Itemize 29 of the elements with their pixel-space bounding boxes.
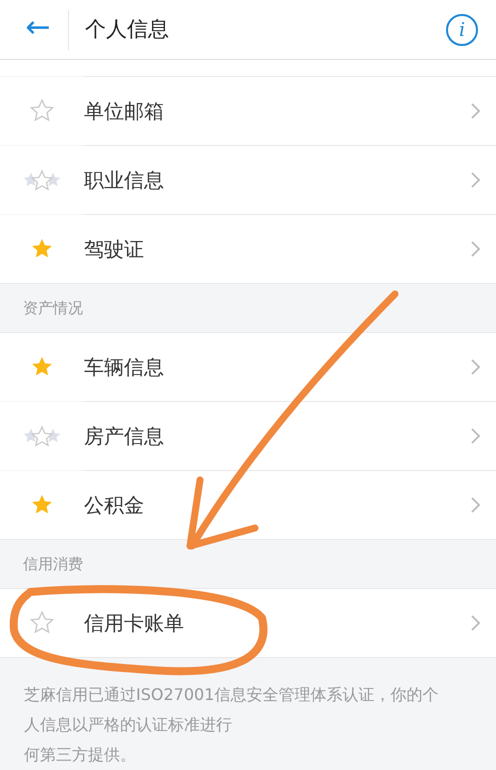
footer-note: 何第三方提供。 — [24, 745, 136, 764]
item-label: 房产信息 — [84, 423, 165, 450]
item-label: 公积金 — [84, 492, 145, 519]
footer-note: 芝麻信用已通过ISO27001信息安全管理体系认证，你的个 — [24, 685, 438, 704]
list-item[interactable]: 驾驶证 — [0, 215, 496, 283]
chevron-icon — [471, 241, 480, 257]
list-item[interactable]: 车辆信息 — [0, 333, 496, 401]
item-label: 驾驶证 — [84, 236, 145, 263]
item-label: 单位邮箱 — [84, 98, 165, 125]
chevron-icon — [471, 172, 480, 188]
chevron-icon — [471, 359, 480, 375]
list-item[interactable]: 单位邮箱 — [0, 77, 496, 145]
back-button[interactable]: ← — [18, 12, 58, 46]
item-label: 职业信息 — [84, 167, 165, 194]
section-heading: 信用消费 — [23, 554, 83, 575]
list-item[interactable]: 房产信息 — [0, 402, 496, 470]
chevron-icon — [471, 428, 480, 444]
section-heading: 资产情况 — [23, 298, 83, 319]
list-item[interactable]: 公积金 — [0, 471, 496, 539]
list-item[interactable]: 信用卡账单 — [0, 589, 496, 657]
item-label: 车辆信息 — [84, 354, 165, 381]
chevron-icon — [471, 615, 480, 631]
item-label: 信用卡账单 — [84, 610, 185, 637]
info-button[interactable]: i — [446, 14, 478, 46]
page-title: 个人信息 — [85, 16, 170, 43]
list-item[interactable]: 职业信息 — [0, 146, 496, 214]
chevron-icon — [471, 497, 480, 513]
chevron-icon — [471, 103, 480, 119]
footer-note: 人信息以严格的认证标准进行 — [24, 715, 232, 734]
